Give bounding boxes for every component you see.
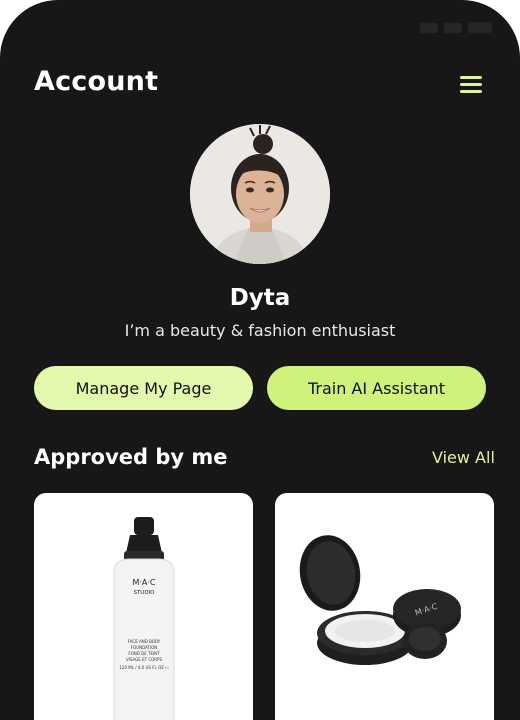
bottle-size: 120 ML / 4.0 US FL OZ ℮ [119, 665, 168, 670]
avatar[interactable] [190, 124, 330, 264]
product-card[interactable]: M·A·C STUDIO FACE AND BODY FOUNDATION FO… [34, 493, 253, 720]
bottle-text-4: VISAGE ET CORPS [126, 657, 162, 662]
menu-icon[interactable] [458, 72, 486, 96]
product-card[interactable]: M·A·C [275, 493, 494, 720]
bottle-text-2: FOUNDATION [131, 645, 158, 650]
battery-icon [468, 22, 492, 33]
page-title: Account [34, 66, 159, 97]
wifi-icon [444, 22, 462, 33]
profile-name: Dyta [229, 285, 291, 311]
signal-icon [420, 22, 438, 33]
foundation-bottle-image: M·A·C STUDIO FACE AND BODY FOUNDATION FO… [113, 517, 175, 720]
status-bar [0, 18, 520, 46]
section-title: Approved by me [34, 445, 228, 469]
powder-compact-image: M·A·C [299, 535, 461, 665]
profile-bio: I’m a beauty & fashion enthusiast [124, 321, 396, 340]
bottle-line: STUDIO [133, 590, 155, 596]
bottle-text-1: FACE AND BODY [128, 639, 161, 644]
train-ai-assistant-button[interactable]: Train AI Assistant [267, 366, 486, 410]
status-icons [420, 22, 492, 33]
avatar-photo [190, 124, 330, 264]
view-all-link[interactable]: View All [432, 448, 495, 467]
manage-page-button[interactable]: Manage My Page [34, 366, 253, 410]
bottle-brand: M·A·C [132, 578, 155, 587]
bottle-text-3: FOND DE TEINT [128, 651, 160, 656]
phone-screen: Account Dyta I’m a beauty & fashion enth… [0, 0, 520, 720]
